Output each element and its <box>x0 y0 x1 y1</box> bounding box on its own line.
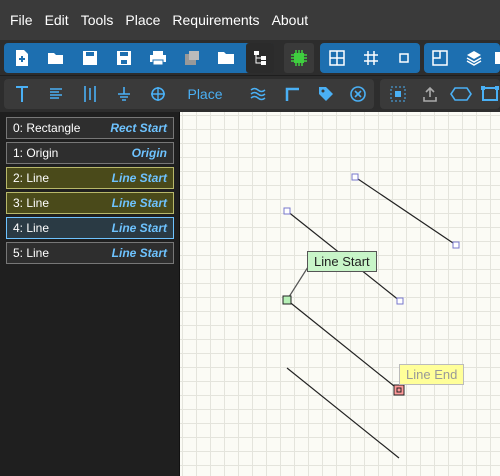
grid-icon <box>329 50 345 66</box>
new-file-icon <box>16 50 28 66</box>
layers-icon <box>466 51 482 66</box>
operation-type: Line Start <box>111 246 167 260</box>
endpoint-handle[interactable] <box>283 207 291 215</box>
project-folder-button[interactable] <box>212 43 240 73</box>
wave-icon <box>250 87 266 101</box>
align-text-button[interactable] <box>42 79 70 109</box>
drawing-canvas[interactable]: Line Start Line End <box>180 112 500 476</box>
callout-leader <box>286 266 309 301</box>
start-point-marker[interactable] <box>282 295 292 305</box>
frame-icon <box>481 86 499 101</box>
operation-label: 1: Origin <box>13 146 59 160</box>
list-item[interactable]: 2: Line Line Start <box>6 167 174 189</box>
text-tool-button[interactable] <box>8 79 36 109</box>
menu-requirements[interactable]: Requirements <box>166 0 265 40</box>
open-file-button[interactable] <box>42 43 70 73</box>
corner-icon <box>285 87 299 101</box>
operations-panel: 0: Rectangle Rect Start 1: Origin Origin… <box>0 112 180 476</box>
export-button[interactable] <box>178 43 206 73</box>
tag-button[interactable] <box>312 79 340 109</box>
menu-tools[interactable]: Tools <box>75 0 120 40</box>
operation-type: Line Start <box>111 221 167 235</box>
list-item[interactable]: 1: Origin Origin <box>6 142 174 164</box>
partial-icon <box>495 52 500 64</box>
close-circle-icon <box>350 86 366 102</box>
operation-label: 2: Line <box>13 171 50 185</box>
ground-icon <box>118 87 130 101</box>
file-toolbar <box>0 40 500 76</box>
wave-button[interactable] <box>244 79 272 109</box>
upload-icon <box>423 86 437 102</box>
upload-button[interactable] <box>416 79 444 109</box>
canvas-drawing <box>282 173 460 459</box>
grid-button[interactable] <box>322 43 352 73</box>
list-item[interactable]: 5: Line Line Start <box>6 242 174 264</box>
point-button[interactable] <box>390 43 418 73</box>
menu-edit[interactable]: Edit <box>39 0 75 40</box>
floorplan-button[interactable] <box>426 43 454 73</box>
line-start-callout: Line Start <box>307 251 377 272</box>
frame-button[interactable] <box>480 79 500 109</box>
print-button[interactable] <box>144 43 172 73</box>
line-segment[interactable] <box>354 176 457 246</box>
shape-button[interactable] <box>446 79 476 109</box>
new-file-button[interactable] <box>8 43 36 73</box>
line-segment-selected[interactable] <box>286 299 400 391</box>
menu-file[interactable]: File <box>4 0 39 40</box>
list-item[interactable]: 3: Line Line Start <box>6 192 174 214</box>
hierarchy-button[interactable] <box>246 43 274 73</box>
operation-type: Line Start <box>111 171 167 185</box>
line-end-callout: Line End <box>399 364 465 385</box>
menu-place[interactable]: Place <box>119 0 166 40</box>
operation-label: 0: Rectangle <box>13 121 81 135</box>
save-as-button[interactable] <box>110 43 138 73</box>
text-icon <box>16 86 28 102</box>
select-area-button[interactable] <box>384 79 412 109</box>
drawing-toolbar: Place <box>0 76 500 112</box>
list-item[interactable]: 0: Rectangle Rect Start <box>6 117 174 139</box>
endpoint-handle[interactable] <box>396 297 404 305</box>
crosshair-icon <box>151 87 165 101</box>
origin-button[interactable] <box>144 79 172 109</box>
floorplan-icon <box>432 50 448 66</box>
chip-icon <box>291 50 307 66</box>
chip-button[interactable] <box>284 43 314 73</box>
endpoint-handle[interactable] <box>452 241 460 249</box>
folder-open-icon <box>48 53 63 64</box>
endpoint-handle[interactable] <box>351 173 359 181</box>
menu-about[interactable]: About <box>266 0 315 40</box>
operation-label: 5: Line <box>13 246 50 260</box>
select-area-icon <box>390 86 406 102</box>
corner-button[interactable] <box>278 79 306 109</box>
folder-icon <box>218 52 234 64</box>
operation-type: Line Start <box>111 196 167 210</box>
save-as-icon <box>117 51 131 65</box>
hexagon-icon <box>450 87 472 101</box>
align-vertical-icon <box>84 86 96 102</box>
menu-bar: File Edit Tools Place Requirements About <box>0 0 500 40</box>
ground-button[interactable] <box>110 79 138 109</box>
print-icon <box>150 51 166 66</box>
tag-icon <box>319 87 333 101</box>
operation-type: Rect Start <box>110 121 167 135</box>
place-button[interactable]: Place <box>178 79 232 109</box>
save-button[interactable] <box>76 43 104 73</box>
snap-grid-button[interactable] <box>356 43 386 73</box>
align-left-icon <box>50 88 62 99</box>
operation-type: Origin <box>131 146 167 160</box>
layers-button[interactable] <box>460 43 488 73</box>
overflow-button[interactable] <box>492 43 500 73</box>
list-item[interactable]: 4: Line Line Start <box>6 217 174 239</box>
end-point-marker[interactable] <box>393 384 405 396</box>
save-icon <box>83 51 97 65</box>
align-vertical-button[interactable] <box>76 79 104 109</box>
hierarchy-icon <box>254 51 266 65</box>
delete-button[interactable] <box>344 79 372 109</box>
line-segment[interactable] <box>286 367 400 459</box>
square-icon <box>399 53 409 63</box>
operation-label: 4: Line <box>13 221 50 235</box>
export-icon <box>185 51 199 65</box>
operation-label: 3: Line <box>13 196 50 210</box>
hash-icon <box>364 51 378 65</box>
